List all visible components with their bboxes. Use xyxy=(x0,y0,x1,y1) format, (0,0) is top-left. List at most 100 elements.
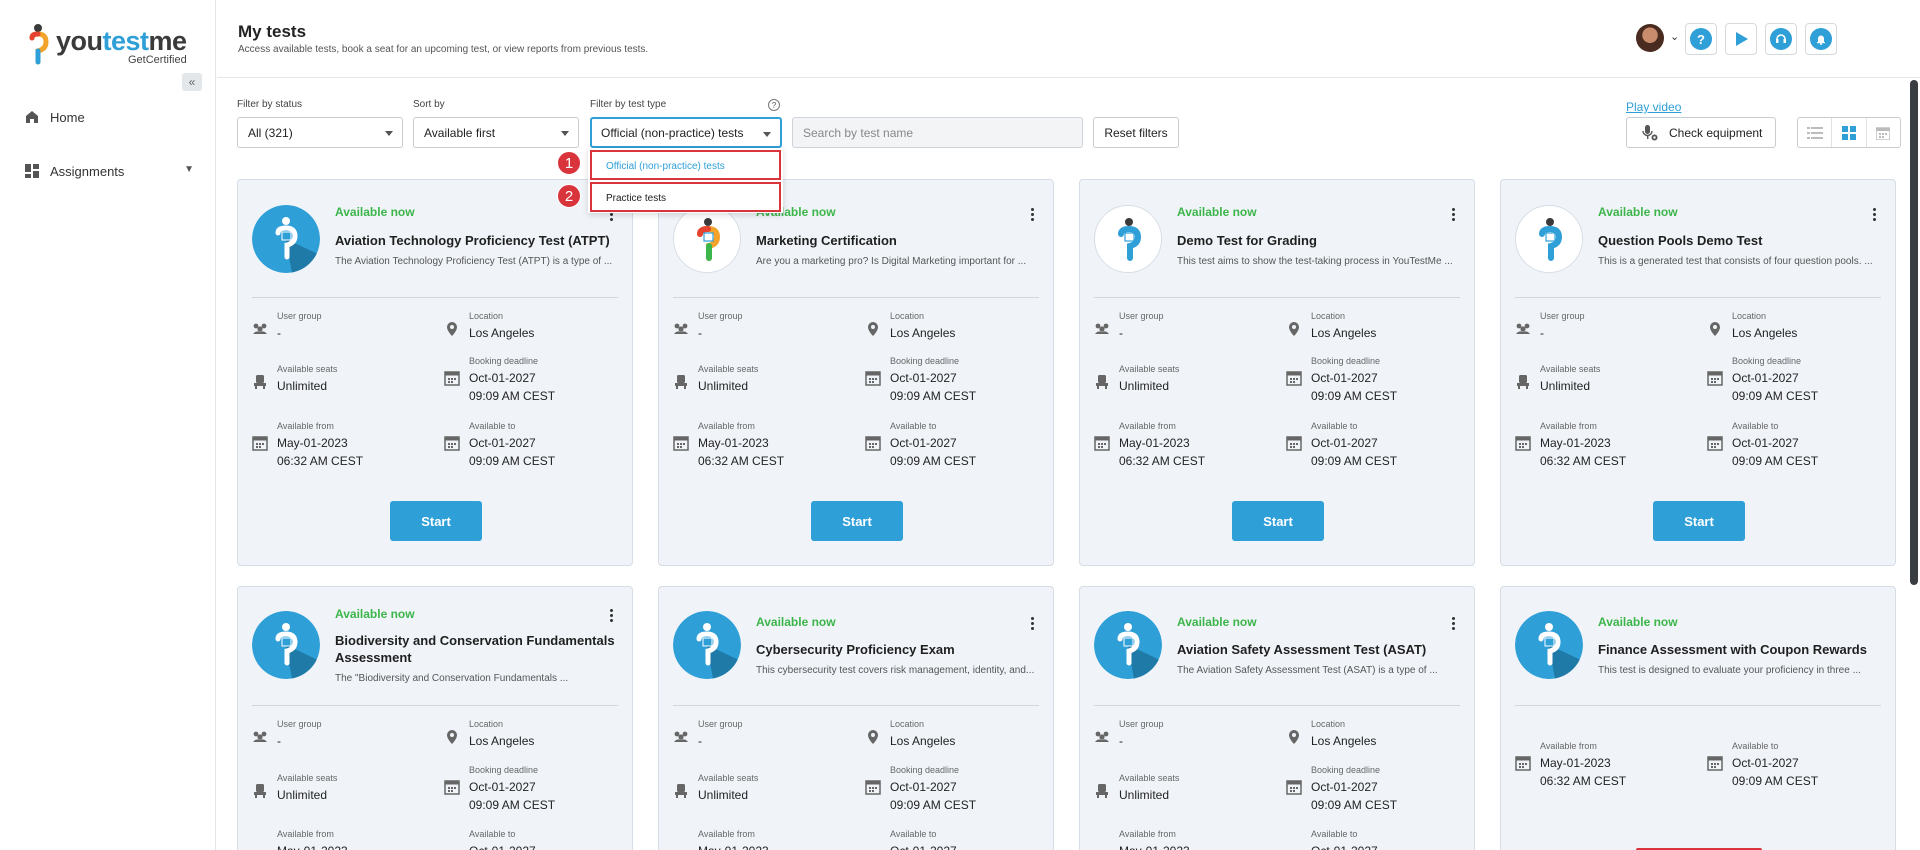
test-card: Available now Question Pools Demo Test T… xyxy=(1500,179,1896,566)
dropdown-option-practice-tests[interactable]: Practice tests xyxy=(590,182,781,212)
search-test-input[interactable] xyxy=(792,117,1083,148)
more-options-icon[interactable] xyxy=(1452,208,1456,222)
calendar-icon xyxy=(865,436,881,451)
field-value: Oct-01-2027 xyxy=(1311,842,1378,850)
play-video-link[interactable]: Play video xyxy=(1626,100,1681,114)
start-test-button[interactable]: Start xyxy=(811,501,903,541)
page-scrollbar[interactable] xyxy=(1910,80,1918,585)
more-options-icon[interactable] xyxy=(610,609,614,623)
user-avatar[interactable] xyxy=(1636,24,1664,52)
field-label: Available from xyxy=(1119,421,1176,431)
field-label: Location xyxy=(1311,719,1346,729)
calendar-icon xyxy=(1286,371,1302,386)
sidebar-item-assignments[interactable]: Assignments ▼ xyxy=(24,156,194,186)
status-badge: Available now xyxy=(335,607,415,621)
collapse-sidebar-button[interactable]: « xyxy=(182,73,202,91)
field-value: May-01-2023 06:32 AM CEST xyxy=(1540,436,1627,468)
list-icon xyxy=(1806,126,1823,139)
check-equipment-button[interactable]: Check equipment xyxy=(1626,117,1776,148)
field-label: Booking deadline xyxy=(890,356,960,366)
test-logo-icon xyxy=(673,611,741,679)
start-test-button[interactable]: Start xyxy=(390,501,482,541)
field-label: User group xyxy=(698,311,743,321)
grid-view-button[interactable] xyxy=(1832,118,1867,147)
field-label: Booking deadline xyxy=(1311,356,1381,366)
status-badge: Available now xyxy=(335,205,415,219)
field-value: - xyxy=(277,326,281,340)
reset-filters-button[interactable]: Reset filters xyxy=(1093,117,1179,148)
seat-icon xyxy=(675,375,687,389)
field-label: Available to xyxy=(469,829,516,839)
play-tour-button[interactable] xyxy=(1725,23,1757,55)
field-label: Available to xyxy=(1311,421,1358,431)
brand-logo[interactable]: youtestme GetCertified xyxy=(28,20,198,68)
field-label: Location xyxy=(1732,311,1767,321)
field-value: Los Angeles xyxy=(469,326,535,340)
caret-down-icon xyxy=(385,131,393,136)
page-subtitle: Access available tests, book a seat for … xyxy=(238,44,649,55)
calendar-view-button[interactable] xyxy=(1867,118,1900,147)
test-card: Available now Aviation Technology Profic… xyxy=(237,179,633,566)
calendar-icon xyxy=(1094,436,1110,451)
test-type-filter-value: Official (non-practice) tests xyxy=(601,126,744,140)
field-value: Unlimited xyxy=(698,379,749,393)
field-label: Available to xyxy=(1732,741,1779,751)
sort-by-label: Sort by xyxy=(413,99,445,110)
field-value: May-01-2023 06:32 AM CEST xyxy=(1119,436,1206,468)
field-value: Los Angeles xyxy=(1311,734,1377,748)
calendar-icon xyxy=(865,780,881,795)
field-value: Oct-01-2027 09:09 AM CEST xyxy=(469,780,556,812)
more-options-icon[interactable] xyxy=(1873,208,1877,222)
field-label: Available from xyxy=(277,829,334,839)
help-icon: ? xyxy=(1690,28,1712,50)
start-test-button[interactable]: Start xyxy=(1653,501,1745,541)
divider xyxy=(1515,297,1881,298)
divider xyxy=(1094,705,1460,706)
start-test-button[interactable]: Start xyxy=(1232,501,1324,541)
field-label: Available seats xyxy=(698,773,759,783)
field-value: - xyxy=(698,326,702,340)
help-circle-icon[interactable]: ? xyxy=(768,99,780,111)
field-value: May-01-2023 06:32 AM CEST xyxy=(1540,756,1627,788)
sidebar-item-home[interactable]: Home xyxy=(24,102,194,132)
dropdown-option-official-tests[interactable]: Official (non-practice) tests xyxy=(590,150,781,180)
more-options-icon[interactable] xyxy=(1031,208,1035,222)
step-badge: 1 xyxy=(557,151,581,175)
field-value: Oct-01-2027 xyxy=(890,842,957,850)
more-options-icon[interactable] xyxy=(1031,617,1035,631)
field-value: Oct-01-2027 09:09 AM CEST xyxy=(1732,371,1819,403)
field-value: Unlimited xyxy=(277,788,328,802)
field-value: Los Angeles xyxy=(890,326,956,340)
test-logo-icon xyxy=(252,205,320,273)
double-chevron-left-icon: « xyxy=(188,75,196,89)
field-label: User group xyxy=(1540,311,1585,321)
divider xyxy=(673,705,1039,706)
test-type-filter-select[interactable]: Official (non-practice) tests xyxy=(590,117,782,148)
sidebar: youtestme GetCertified « Home Assignment… xyxy=(0,0,216,850)
test-title: Demo Test for Grading xyxy=(1177,233,1317,248)
field-label: Available to xyxy=(890,421,937,431)
status-badge: Available now xyxy=(756,615,836,629)
field-value: Oct-01-2027 09:09 AM CEST xyxy=(1732,756,1819,788)
calendar-icon xyxy=(444,371,460,386)
chevron-down-icon[interactable]: ⌄ xyxy=(1670,30,1679,43)
help-button[interactable]: ? xyxy=(1685,23,1717,55)
field-label: Available to xyxy=(1732,421,1779,431)
seat-icon xyxy=(675,784,687,798)
field-value: Los Angeles xyxy=(1311,326,1377,340)
notifications-button[interactable] xyxy=(1805,23,1837,55)
users-icon xyxy=(674,323,688,334)
field-value: May-01-2023 06:32 AM CEST xyxy=(698,436,785,468)
sort-by-select[interactable]: Available first xyxy=(413,117,579,148)
field-value: - xyxy=(1119,734,1123,748)
calendar-icon xyxy=(1286,436,1302,451)
more-options-icon[interactable] xyxy=(1452,617,1456,631)
list-view-button[interactable] xyxy=(1798,118,1833,147)
field-value: Unlimited xyxy=(1119,379,1170,393)
support-button[interactable] xyxy=(1765,23,1797,55)
field-label: User group xyxy=(1119,719,1164,729)
page-header: My tests Access available tests, book a … xyxy=(217,0,1920,78)
status-filter-select[interactable]: All (321) xyxy=(237,117,403,148)
test-card: Available now Aviation Safety Assessment… xyxy=(1079,586,1475,850)
field-value: Unlimited xyxy=(698,788,749,802)
